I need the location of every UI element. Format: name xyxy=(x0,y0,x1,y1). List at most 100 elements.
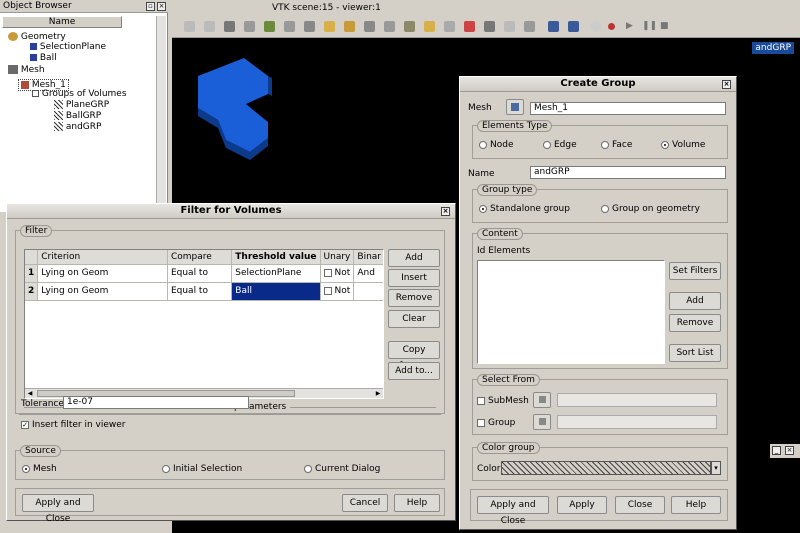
color-dropdown-arrow-icon[interactable]: ▾ xyxy=(711,461,721,475)
tree-item-selectionplane[interactable]: SelectionPlane xyxy=(30,42,106,52)
name-field[interactable]: andGRP xyxy=(530,166,726,179)
tree-column-header[interactable]: Name xyxy=(2,16,122,28)
submesh-field[interactable] xyxy=(557,393,717,407)
radio-face[interactable]: Face xyxy=(601,140,632,150)
filter-add-button[interactable]: Add xyxy=(388,249,440,267)
minimize-icon[interactable]: _ xyxy=(772,446,781,455)
column-header-unary[interactable]: Unary xyxy=(320,250,355,265)
apply-and-close-button[interactable]: Apply and Close xyxy=(477,496,549,526)
column-header-criterion[interactable]: Criterion xyxy=(37,250,168,265)
right-view-icon[interactable] xyxy=(424,21,435,32)
tree-item-geometry[interactable]: Geometry xyxy=(8,32,66,42)
zoom-icon[interactable] xyxy=(264,21,275,32)
scroll-right-arrow-icon[interactable]: ▶ xyxy=(373,389,383,398)
close-icon[interactable]: × xyxy=(441,207,450,216)
compare-cell[interactable]: Equal to xyxy=(167,282,233,301)
tree-item-mesh[interactable]: Mesh xyxy=(8,65,45,75)
radio-group-on-geometry[interactable]: Group on geometry xyxy=(601,204,700,214)
add-to-button[interactable]: Add to... xyxy=(388,362,440,380)
threshold-cell[interactable]: SelectionPlane xyxy=(231,264,321,283)
id-elements-list[interactable] xyxy=(477,260,665,364)
radio-volume[interactable]: Volume xyxy=(661,140,705,150)
filter-apply-and-close-button[interactable]: Apply and Close xyxy=(22,494,94,524)
scroll-left-arrow-icon[interactable]: ◀ xyxy=(25,389,35,398)
mesh-select-button[interactable] xyxy=(506,99,524,115)
binary-cell[interactable] xyxy=(353,282,383,301)
left-view-icon[interactable] xyxy=(404,21,415,32)
column-header-threshold[interactable]: Threshold value xyxy=(231,250,321,265)
criteria-table[interactable]: Criterion Compare Threshold value Unary … xyxy=(24,249,384,399)
column-header-compare[interactable]: Compare xyxy=(167,250,233,265)
stop-icon[interactable]: ■ xyxy=(660,21,671,32)
reset-view-icon[interactable] xyxy=(444,21,455,32)
unary-cell[interactable]: Not xyxy=(320,264,355,283)
record-icon[interactable] xyxy=(590,21,601,32)
bottom-view-icon[interactable] xyxy=(384,21,395,32)
close-icon[interactable]: × xyxy=(157,2,166,11)
radio-current-dialog[interactable]: Current Dialog xyxy=(304,464,380,474)
split-view-icon[interactable] xyxy=(504,21,515,32)
column-header-binary[interactable]: Binar xyxy=(353,250,383,265)
binary-cell[interactable]: And xyxy=(353,264,383,283)
insert-filter-checkbox[interactable]: ✓ Insert filter in viewer xyxy=(21,420,126,430)
filter-remove-button[interactable]: Remove xyxy=(388,289,440,307)
tree-item-groups-of-volumes[interactable]: Groups of Volumes xyxy=(32,89,127,99)
criterion-cell[interactable]: Lying on Geom xyxy=(37,282,168,301)
trihedron-icon[interactable] xyxy=(464,21,475,32)
content-add-button[interactable]: Add xyxy=(669,292,721,310)
radio-source-mesh[interactable]: Mesh xyxy=(22,464,57,474)
record-start-icon[interactable] xyxy=(608,23,615,30)
criterion-cell[interactable]: Lying on Geom xyxy=(37,264,168,283)
top-view-icon[interactable] xyxy=(364,21,375,32)
group-checkbox[interactable]: Group xyxy=(477,418,515,428)
apply-button[interactable]: Apply xyxy=(557,496,607,514)
pan-icon[interactable] xyxy=(284,21,295,32)
color-picker[interactable] xyxy=(501,461,711,475)
unary-cell[interactable]: Not xyxy=(320,282,355,301)
fit-all-icon[interactable] xyxy=(244,21,255,32)
content-remove-button[interactable]: Remove xyxy=(669,314,721,332)
sort-list-button[interactable]: Sort List xyxy=(669,344,721,362)
close-icon[interactable]: × xyxy=(785,446,794,455)
close-button[interactable]: Close xyxy=(615,496,665,514)
submesh-select-button[interactable] xyxy=(533,392,551,408)
threshold-cell[interactable]: Ball xyxy=(231,282,321,301)
graduated-axes-icon[interactable] xyxy=(524,21,535,32)
tree-item-planegrp[interactable]: PlaneGRP xyxy=(54,100,109,110)
tree-item-ball[interactable]: Ball xyxy=(30,53,57,63)
group-field[interactable] xyxy=(557,415,717,429)
close-icon[interactable]: × xyxy=(722,80,731,89)
table-row[interactable]: 1 Lying on Geom Equal to SelectionPlane … xyxy=(25,264,383,283)
filter-clear-button[interactable]: Clear xyxy=(388,310,440,328)
rotation-point-icon[interactable] xyxy=(204,21,215,32)
float-icon[interactable]: ▫ xyxy=(146,2,155,11)
help-button[interactable]: Help xyxy=(671,496,721,514)
rotate-icon[interactable] xyxy=(304,21,315,32)
radio-initial-selection[interactable]: Initial Selection xyxy=(162,464,242,474)
filter-insert-button[interactable]: Insert xyxy=(388,269,440,287)
compare-cell[interactable]: Equal to xyxy=(167,264,233,283)
submesh-checkbox[interactable]: SubMesh xyxy=(477,396,529,406)
copy-from-button[interactable]: Copy from... xyxy=(388,341,440,371)
pause-icon[interactable]: ❚❚ xyxy=(642,21,657,32)
radio-edge[interactable]: Edge xyxy=(543,140,577,150)
back-view-icon[interactable] xyxy=(344,21,355,32)
unary-checkbox[interactable] xyxy=(323,268,332,277)
mesh-field[interactable]: Mesh_1 xyxy=(530,102,726,115)
parallel-view-icon[interactable] xyxy=(568,21,579,32)
tree-scrollbar[interactable] xyxy=(156,16,166,210)
tolerance-field[interactable]: 1e-07 xyxy=(63,396,249,409)
front-view-icon[interactable] xyxy=(324,21,335,32)
clone-view-icon[interactable] xyxy=(484,21,495,32)
selection-icon[interactable] xyxy=(224,21,235,32)
radio-node[interactable]: Node xyxy=(479,140,514,150)
tree-item-ballgrp[interactable]: BallGRP xyxy=(54,111,101,121)
projection-icon[interactable] xyxy=(548,21,559,32)
play-icon[interactable]: ▶ xyxy=(626,21,637,32)
radio-standalone-group[interactable]: Standalone group xyxy=(479,204,570,214)
dump-view-icon[interactable] xyxy=(184,21,195,32)
unary-checkbox[interactable] xyxy=(323,286,332,295)
filter-help-button[interactable]: Help xyxy=(394,494,440,512)
tree-item-andgrp[interactable]: andGRP xyxy=(54,122,101,132)
filter-cancel-button[interactable]: Cancel xyxy=(342,494,388,512)
